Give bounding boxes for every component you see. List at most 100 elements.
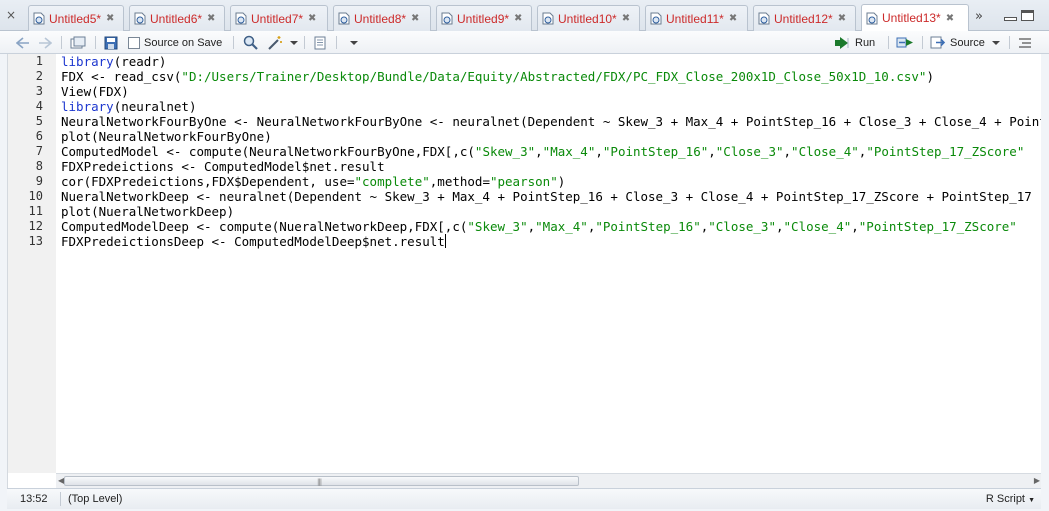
close-icon[interactable]: × bbox=[4, 8, 18, 22]
r-file-icon bbox=[758, 12, 770, 25]
code-string: "PointStep_16" bbox=[595, 219, 701, 234]
maximize-icon[interactable] bbox=[1021, 10, 1034, 21]
source-button[interactable]: Source bbox=[930, 35, 1000, 50]
code-line[interactable]: NueralNetworkDeep <- neuralnet(Dependent… bbox=[61, 189, 1032, 204]
line-number: 7 bbox=[35, 144, 43, 158]
code-line[interactable]: cor(FDXPredeictions,FDX$Dependent, use="… bbox=[61, 174, 565, 189]
code-string: "D:/Users/Trainer/Desktop/Bundle/Data/Eq… bbox=[181, 69, 927, 84]
line-number: 6 bbox=[35, 129, 43, 143]
vertical-scrollbar[interactable] bbox=[1041, 54, 1049, 488]
outline-icon[interactable] bbox=[1018, 35, 1032, 50]
tab-untitled6[interactable]: Untitled6* ✖ bbox=[129, 5, 225, 31]
code-text: ComputedModelDeep <- compute(NueralNetwo… bbox=[61, 219, 468, 234]
run-button[interactable]: Run bbox=[835, 35, 875, 50]
tab-label: Untitled11* bbox=[666, 11, 724, 26]
close-icon[interactable]: ✖ bbox=[622, 13, 630, 24]
code-text: , bbox=[775, 219, 784, 234]
code-line[interactable]: plot(NeuralNetworkFourByOne) bbox=[61, 129, 272, 144]
code-string: "Skew_3" bbox=[467, 219, 528, 234]
line-number: 2 bbox=[35, 69, 43, 83]
tab-untitled7[interactable]: Untitled7* ✖ bbox=[230, 5, 328, 31]
r-file-icon bbox=[441, 12, 453, 25]
tab-untitled8[interactable]: Untitled8* ✖ bbox=[333, 5, 431, 31]
code-line[interactable]: ComputedModel <- compute(NeuralNetworkFo… bbox=[61, 144, 1024, 159]
code-string: "Close_4" bbox=[791, 144, 859, 159]
back-arrow-icon[interactable] bbox=[16, 35, 30, 50]
code-text: (neuralnet) bbox=[113, 99, 197, 114]
code-tools-wand-icon[interactable] bbox=[267, 35, 283, 50]
source-on-save-checkbox[interactable]: Source on Save bbox=[128, 35, 222, 50]
checkbox-icon[interactable] bbox=[128, 36, 140, 49]
tab-label: Untitled12* bbox=[774, 11, 833, 26]
scrollbar-thumb[interactable]: ||| bbox=[64, 476, 579, 486]
line-number: 13 bbox=[28, 234, 43, 248]
close-icon[interactable]: ✖ bbox=[838, 13, 846, 24]
close-icon[interactable]: ✖ bbox=[106, 13, 114, 24]
scope-selector[interactable]: (Top Level) bbox=[68, 493, 122, 505]
file-type-selector[interactable]: R Script ▼ bbox=[986, 493, 1035, 505]
close-icon[interactable]: ✖ bbox=[411, 13, 419, 24]
code-keyword: library bbox=[61, 99, 114, 114]
code-line[interactable]: library(readr) bbox=[61, 54, 166, 69]
r-file-icon bbox=[338, 12, 350, 25]
save-icon[interactable] bbox=[104, 35, 118, 50]
chevron-down-icon[interactable] bbox=[991, 40, 1000, 46]
close-icon[interactable]: ✖ bbox=[514, 13, 522, 24]
code-line[interactable]: FDXPredeictionsDeep <- ComputedModelDeep… bbox=[61, 234, 446, 249]
tab-untitled9[interactable]: Untitled9* ✖ bbox=[436, 5, 532, 31]
compile-report-icon[interactable] bbox=[313, 35, 327, 50]
tab-untitled13[interactable]: Untitled13* ✖ bbox=[861, 4, 969, 31]
line-number: 12 bbox=[28, 219, 43, 233]
text-cursor bbox=[444, 234, 446, 248]
close-icon[interactable]: ✖ bbox=[946, 13, 954, 24]
forward-arrow-icon[interactable] bbox=[38, 35, 52, 50]
run-arrow-icon bbox=[835, 36, 849, 49]
show-in-window-icon[interactable] bbox=[70, 35, 86, 50]
code-line[interactable]: NeuralNetworkFourByOne <- NeuralNetworkF… bbox=[61, 114, 1042, 129]
code-line[interactable]: plot(NueralNetworkDeep) bbox=[61, 204, 234, 219]
tab-label: Untitled5* bbox=[49, 11, 102, 26]
tab-label: Untitled9* bbox=[457, 11, 510, 26]
tab-untitled5[interactable]: Untitled5* ✖ bbox=[28, 5, 124, 31]
source-arrow-icon bbox=[930, 36, 946, 49]
code-text: plot(NueralNetworkDeep) bbox=[61, 204, 235, 219]
code-string: "Max_4" bbox=[542, 144, 596, 159]
line-number: 10 bbox=[28, 189, 43, 203]
tab-label: Untitled7* bbox=[251, 11, 304, 26]
code-string: "Close_3" bbox=[715, 144, 784, 159]
tab-overflow-icon[interactable]: » bbox=[975, 9, 983, 24]
r-file-icon bbox=[866, 12, 878, 25]
code-string: "PointStep_16" bbox=[602, 144, 709, 159]
chevron-down-icon[interactable] bbox=[290, 35, 298, 50]
code-text: ) bbox=[557, 174, 566, 189]
file-type-label: R Script bbox=[985, 493, 1025, 505]
code-text: FDX <- read_csv( bbox=[61, 69, 182, 84]
minimize-icon[interactable] bbox=[1004, 17, 1017, 21]
tab-untitled10[interactable]: Untitled10* ✖ bbox=[537, 5, 640, 31]
r-file-icon bbox=[542, 12, 554, 25]
horizontal-scrollbar[interactable]: ◀ ||| ▶ bbox=[56, 473, 1042, 488]
close-icon[interactable]: ✖ bbox=[207, 13, 215, 24]
scroll-right-icon[interactable]: ▶ bbox=[1034, 476, 1040, 485]
line-number: 3 bbox=[35, 84, 43, 98]
code-editor[interactable]: 1 2 3 4 5 6 7 8 9 10 11 12 13 library(readr) FDX <- r… bbox=[7, 54, 1042, 488]
code-text: , bbox=[851, 219, 859, 234]
line-number-gutter: 1 2 3 4 5 6 7 8 9 10 11 12 13 bbox=[8, 54, 56, 473]
close-icon[interactable]: ✖ bbox=[308, 13, 316, 24]
code-line[interactable]: library(neuralnet) bbox=[61, 99, 196, 114]
find-icon[interactable] bbox=[243, 35, 258, 50]
rerun-icon[interactable] bbox=[896, 35, 916, 50]
close-icon[interactable]: ✖ bbox=[729, 13, 737, 24]
code-line[interactable]: ComputedModelDeep <- compute(NueralNetwo… bbox=[61, 219, 1017, 234]
code-area[interactable]: library(readr) FDX <- read_csv("D:/Users/… bbox=[61, 54, 1042, 473]
code-line[interactable]: FDX <- read_csv("D:/Users/Trainer/Deskto… bbox=[61, 69, 934, 84]
code-line[interactable]: FDXPredeictions <- ComputedModel$net.res… bbox=[61, 159, 385, 174]
code-line[interactable]: View(FDX) bbox=[61, 84, 129, 99]
tab-untitled11[interactable]: Untitled11* ✖ bbox=[645, 5, 748, 31]
code-string: "complete" bbox=[354, 174, 430, 189]
editor-tab-bar: × Untitled5* ✖ Untitled6* ✖ Untitled7* ✖ Untit… bbox=[0, 0, 1049, 31]
code-text: ,method= bbox=[429, 174, 490, 189]
chevron-down-icon: ▼ bbox=[1028, 497, 1035, 504]
tab-untitled12[interactable]: Untitled12* ✖ bbox=[753, 5, 856, 31]
chevron-down-icon[interactable] bbox=[350, 35, 358, 50]
